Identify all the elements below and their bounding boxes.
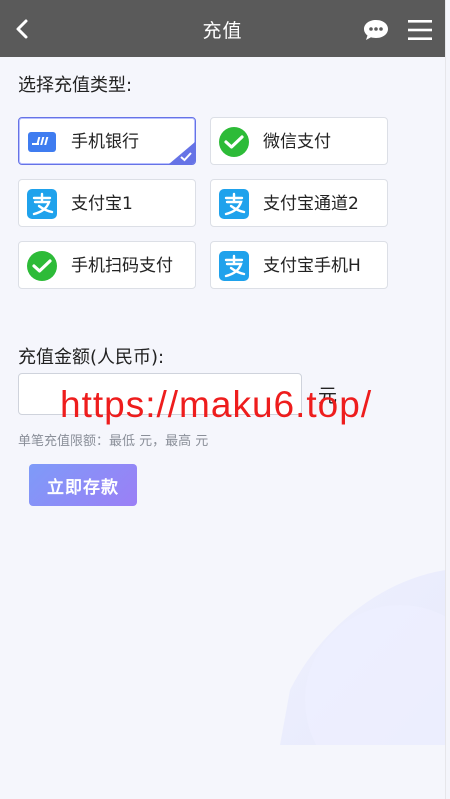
alipay-icon	[27, 189, 57, 219]
payment-option-label: 支付宝1	[71, 194, 133, 214]
payment-option-label: 微信支付	[263, 132, 331, 152]
wechat-icon	[219, 127, 249, 157]
payment-option-label: 手机银行	[71, 132, 139, 152]
select-type-label: 选择充值类型:	[18, 75, 133, 96]
payment-option-alipay-mobile[interactable]: 支付宝手机H	[210, 241, 388, 289]
alipay-icon	[219, 189, 249, 219]
payment-option-wechat[interactable]: 微信支付	[210, 117, 388, 165]
page: 充值 选择充值类型: 手机银行 微信支付 支付宝1 支付宝通道2 手机扫码支付 …	[0, 0, 446, 799]
top-bar: 充值	[0, 0, 445, 57]
payment-option-alipay-1[interactable]: 支付宝1	[18, 179, 196, 227]
payment-option-alipay-2[interactable]: 支付宝通道2	[210, 179, 388, 227]
payment-option-label: 手机扫码支付	[71, 256, 173, 276]
amount-label: 充值金额(人民币):	[18, 347, 165, 368]
payment-option-mobile-bank[interactable]: 手机银行	[18, 117, 196, 165]
deposit-now-button[interactable]: 立即存款	[29, 464, 137, 506]
selected-check-icon	[169, 142, 195, 164]
menu-icon[interactable]	[407, 18, 433, 42]
alipay-icon	[219, 251, 249, 281]
wechat-icon	[27, 251, 57, 281]
payment-option-label: 支付宝手机H	[263, 256, 361, 276]
bank-card-icon	[28, 132, 56, 152]
payment-option-scan-pay[interactable]: 手机扫码支付	[18, 241, 196, 289]
chat-icon[interactable]	[362, 18, 390, 42]
payment-option-label: 支付宝通道2	[263, 194, 359, 214]
deposit-limit-note: 单笔充值限额：最低 元，最高 元	[18, 434, 209, 449]
watermark-url: https://maku6.top/	[60, 384, 373, 425]
background-decoration	[280, 570, 445, 745]
